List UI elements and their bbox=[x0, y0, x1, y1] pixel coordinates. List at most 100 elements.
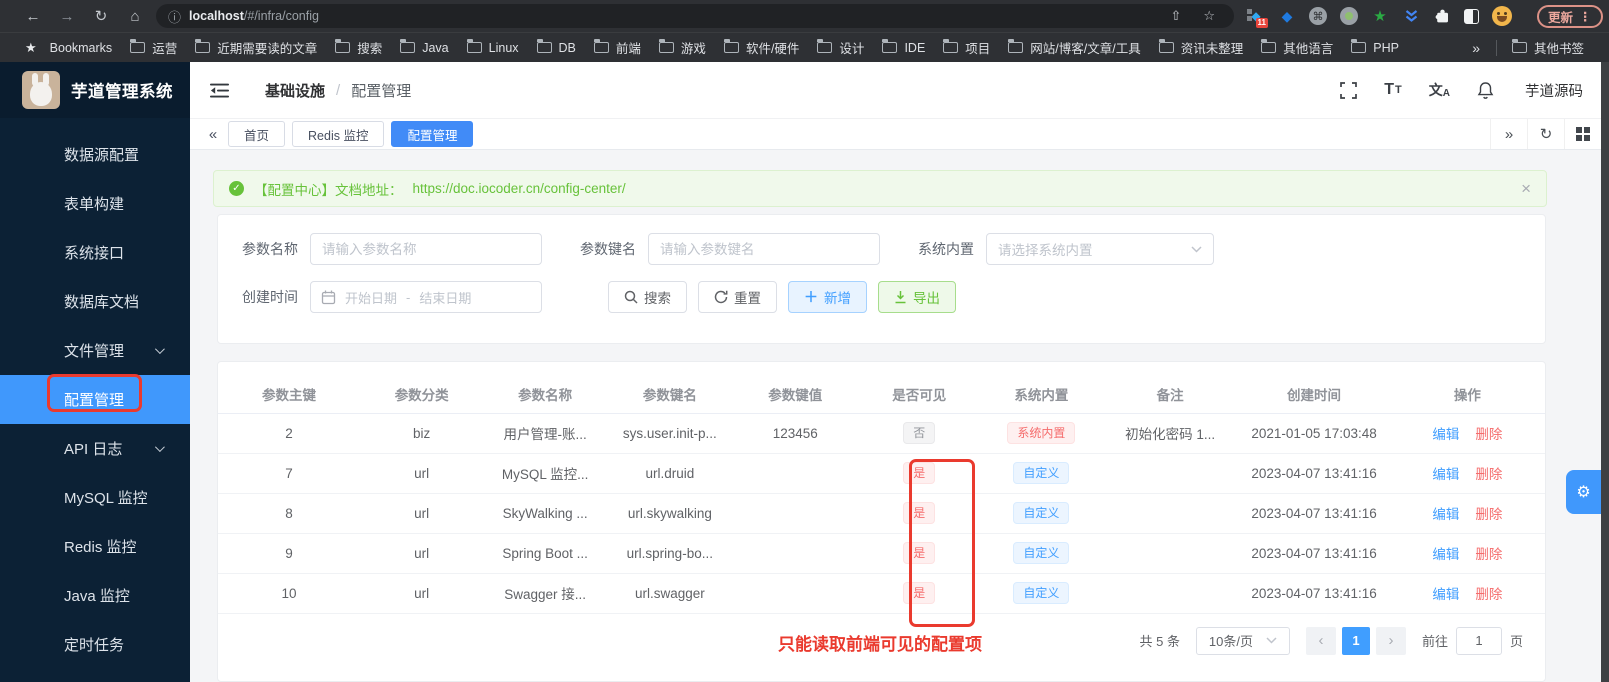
next-page-button[interactable]: › bbox=[1375, 626, 1406, 655]
delete-link[interactable]: 删除 bbox=[1475, 547, 1502, 562]
share-icon[interactable]: ⇧ bbox=[1163, 8, 1188, 24]
tabs-scroll-left-icon[interactable]: « bbox=[198, 126, 228, 143]
bookmark-folder[interactable]: 网站/博客/文章/工具 bbox=[999, 38, 1149, 57]
other-bookmarks[interactable]: 其他书签 bbox=[1503, 38, 1593, 57]
profile-avatar[interactable] bbox=[1492, 6, 1512, 26]
extension-dot-icon[interactable] bbox=[1340, 7, 1358, 25]
site-info-icon[interactable]: ⓘ bbox=[168, 7, 181, 26]
export-button[interactable]: 导出 bbox=[878, 281, 956, 313]
bookmark-folder[interactable]: 前端 bbox=[585, 38, 650, 57]
delete-link[interactable]: 删除 bbox=[1475, 467, 1502, 482]
cell-id: 8 bbox=[218, 493, 360, 534]
url-path: /#/infra/config bbox=[243, 9, 319, 23]
cell-id: 7 bbox=[218, 453, 360, 494]
tab[interactable]: 首页 bbox=[228, 121, 286, 147]
builtin-select[interactable]: 请选择系统内置 bbox=[986, 233, 1214, 265]
bookmark-folder[interactable]: 其他语言 bbox=[1252, 38, 1342, 57]
edit-link[interactable]: 编辑 bbox=[1432, 427, 1459, 442]
goto-page-input[interactable] bbox=[1455, 626, 1502, 655]
bookmark-folder[interactable]: 近期需要读的文章 bbox=[186, 38, 326, 57]
scrollbar-strip[interactable] bbox=[1601, 62, 1609, 682]
sidebar-item[interactable]: 数据源配置 bbox=[0, 130, 190, 179]
current-page-button[interactable]: 1 bbox=[1341, 626, 1370, 655]
update-button[interactable]: 更新 ⋮ bbox=[1537, 4, 1603, 28]
bookmark-folder[interactable]: 运营 bbox=[121, 38, 186, 57]
reload-icon[interactable]: ↻ bbox=[84, 7, 118, 25]
settings-fab[interactable]: ⚙ bbox=[1566, 470, 1601, 514]
refresh-icon[interactable]: ↻ bbox=[1527, 119, 1564, 149]
bookmarks-manager[interactable]: ★ Bookmarks bbox=[16, 40, 121, 56]
breadcrumb-root[interactable]: 基础设施 bbox=[265, 80, 325, 101]
sidebar-item[interactable]: 数据库文档 bbox=[0, 277, 190, 326]
delete-link[interactable]: 删除 bbox=[1475, 427, 1502, 442]
url-host: localhost bbox=[189, 9, 244, 23]
fullscreen-icon[interactable] bbox=[1340, 81, 1358, 99]
chevron-down-icon bbox=[1266, 637, 1277, 644]
sidebar-item[interactable]: 文件管理 bbox=[0, 326, 190, 375]
sidebar-item[interactable]: Java 监控 bbox=[0, 571, 190, 620]
delete-link[interactable]: 删除 bbox=[1475, 587, 1502, 602]
extension-command-icon[interactable]: ⌘ bbox=[1309, 7, 1327, 25]
date-range-picker[interactable]: 开始日期 - 结束日期 bbox=[310, 281, 542, 313]
bookmark-folder[interactable]: 搜索 bbox=[326, 38, 391, 57]
font-size-icon[interactable]: TT bbox=[1384, 81, 1402, 99]
lang-cn-glyph: 文 bbox=[1428, 82, 1443, 98]
banner-link[interactable]: https://doc.iocoder.cn/config-center/ bbox=[413, 181, 626, 196]
home-icon[interactable]: ⌂ bbox=[118, 8, 152, 25]
edit-link[interactable]: 编辑 bbox=[1432, 467, 1459, 482]
extensions-puzzle-icon[interactable] bbox=[1433, 7, 1451, 25]
collapse-menu-icon[interactable] bbox=[210, 83, 229, 98]
edit-link[interactable]: 编辑 bbox=[1432, 587, 1459, 602]
sidebar-item[interactable]: 系统接口 bbox=[0, 228, 190, 277]
delete-link[interactable]: 删除 bbox=[1475, 507, 1502, 522]
language-icon[interactable]: 文A bbox=[1429, 80, 1450, 100]
address-bar[interactable]: ⓘ localhost/#/infra/config ⇧ ☆ bbox=[156, 4, 1234, 28]
edit-link[interactable]: 编辑 bbox=[1432, 507, 1459, 522]
back-icon[interactable]: ← bbox=[16, 8, 50, 25]
sidebar-item[interactable]: API 日志 bbox=[0, 424, 190, 473]
layout-grid-icon[interactable] bbox=[1564, 119, 1601, 149]
forward-icon[interactable]: → bbox=[50, 8, 84, 25]
sidebar-item[interactable]: MySQL 监控 bbox=[0, 473, 190, 522]
bookmark-folder[interactable]: 软件/硬件 bbox=[715, 38, 808, 57]
param-key-input[interactable] bbox=[648, 233, 880, 265]
split-view-icon[interactable] bbox=[1464, 8, 1479, 24]
tab[interactable]: 配置管理 bbox=[391, 121, 474, 147]
page-size-select[interactable]: 10条/页 bbox=[1195, 626, 1290, 655]
bookmark-folder[interactable]: 项目 bbox=[934, 38, 999, 57]
add-button[interactable]: ＋ 新增 bbox=[788, 281, 867, 313]
edit-link[interactable]: 编辑 bbox=[1432, 547, 1459, 562]
tabs-scroll-right-icon[interactable]: » bbox=[1490, 119, 1527, 149]
notification-bell-icon[interactable] bbox=[1477, 81, 1494, 99]
param-name-input[interactable] bbox=[310, 233, 542, 265]
tab[interactable]: Redis 监控 bbox=[292, 121, 385, 147]
extension-gem-icon[interactable]: ◆ bbox=[1278, 7, 1296, 25]
bookmark-folder[interactable]: 资讯未整理 bbox=[1150, 38, 1253, 57]
sidebar-item[interactable]: Redis 监控 bbox=[0, 522, 190, 571]
reset-button[interactable]: 重置 bbox=[698, 281, 777, 313]
bookmark-folder[interactable]: Java bbox=[391, 39, 457, 55]
bookmarks-overflow-icon[interactable]: » bbox=[1462, 40, 1490, 56]
bookmark-folder[interactable]: 游戏 bbox=[650, 38, 715, 57]
bookmark-folder[interactable]: DB bbox=[528, 39, 585, 55]
sidebar-item[interactable]: 定时任务 bbox=[0, 620, 190, 669]
bookmark-folder[interactable]: 设计 bbox=[808, 38, 873, 57]
bookmark-folder[interactable]: Linux bbox=[458, 39, 528, 55]
search-button[interactable]: 搜索 bbox=[608, 281, 687, 313]
browser-menu-icon[interactable]: ⋮ bbox=[1579, 9, 1592, 24]
bookmark-folder[interactable]: IDE bbox=[873, 39, 934, 55]
extension-chevrons-icon[interactable] bbox=[1402, 7, 1420, 25]
bookmark-star-icon[interactable]: ☆ bbox=[1196, 8, 1222, 24]
page-size-value: 10条/页 bbox=[1208, 634, 1253, 649]
sidebar-item[interactable]: 配置管理 bbox=[0, 375, 190, 424]
username[interactable]: 芋道源码 bbox=[1525, 80, 1583, 101]
extension-grid-icon[interactable]: ◆ 11 bbox=[1247, 7, 1268, 28]
close-icon[interactable]: × bbox=[1521, 179, 1531, 199]
search-form: 参数名称 参数键名 系统内置 请选择系统内置 bbox=[217, 214, 1546, 344]
sidebar-item[interactable]: 表单构建 bbox=[0, 179, 190, 228]
extension-star-icon[interactable]: ★ bbox=[1371, 7, 1389, 25]
check-circle-icon: ✓ bbox=[229, 181, 244, 196]
folder-icon bbox=[1511, 39, 1527, 53]
prev-page-button[interactable]: ‹ bbox=[1305, 626, 1336, 655]
bookmark-folder[interactable]: PHP bbox=[1342, 39, 1408, 55]
